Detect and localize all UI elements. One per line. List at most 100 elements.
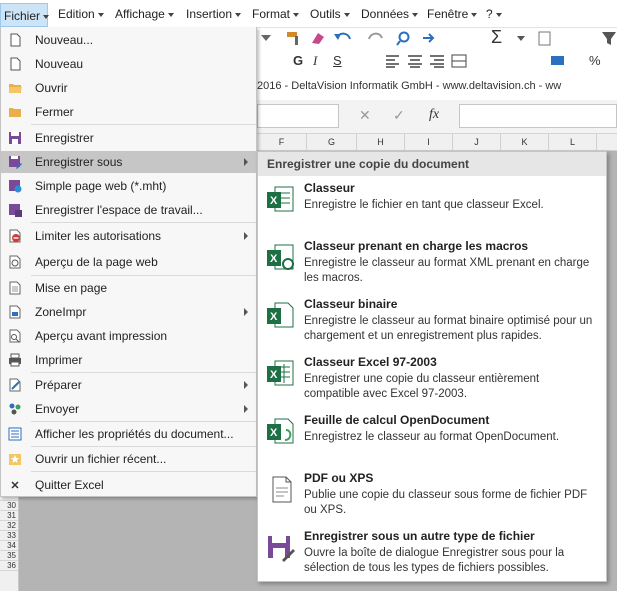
- bold-button[interactable]: G: [293, 52, 303, 70]
- page-setup-icon: [9, 281, 21, 295]
- format-painter-icon[interactable]: [285, 30, 303, 46]
- save-option-classeur[interactable]: X Classeur Enregistre le fichier en tant…: [258, 180, 606, 238]
- name-box[interactable]: [257, 104, 339, 128]
- menu-help[interactable]: ?: [486, 6, 502, 23]
- menu-divider: [31, 372, 256, 373]
- menu-fenetre[interactable]: Fenêtre: [427, 6, 478, 23]
- menu-item-preparer[interactable]: Préparer: [1, 374, 256, 396]
- menu-item-fichier-recent[interactable]: Ouvrir un fichier récent...: [1, 448, 256, 470]
- save-option-macros[interactable]: X Classeur prenant en charge les macros …: [258, 238, 606, 296]
- menu-item-enregistrer-sous[interactable]: Enregistrer sous: [1, 151, 256, 173]
- menu-item-apercu-impression[interactable]: Aperçu avant impression: [1, 325, 256, 347]
- menu-edition[interactable]: Edition: [58, 6, 104, 23]
- save-option-binaire[interactable]: X Classeur binaire Enregistre le classeu…: [258, 296, 606, 354]
- find-icon[interactable]: [395, 30, 417, 46]
- menu-item-fermer[interactable]: Fermer: [1, 101, 256, 123]
- align-center-icon[interactable]: [407, 54, 423, 68]
- menu-item-label: Quitter Excel: [35, 478, 104, 492]
- menu-item-ouvrir[interactable]: Ouvrir: [1, 77, 256, 99]
- filter-icon[interactable]: [601, 30, 617, 46]
- menu-outils[interactable]: Outils: [310, 6, 350, 23]
- dropdown-icon[interactable]: [259, 30, 273, 44]
- save-option-title: Classeur binaire: [304, 297, 398, 311]
- close-folder-icon: [9, 108, 21, 117]
- undo-icon[interactable]: [332, 30, 356, 46]
- menu-item-mise-en-page[interactable]: Mise en page: [1, 277, 256, 299]
- row-header[interactable]: 31: [0, 511, 18, 521]
- menu-item-label: Mise en page: [35, 281, 108, 295]
- menu-item-proprietes[interactable]: Afficher les propriétés du document...: [1, 423, 256, 445]
- menu-item-label: ZoneImpr: [35, 305, 87, 319]
- save-option-desc: Enregistre le classeur au format XML pre…: [304, 257, 590, 284]
- open-folder-icon: [9, 84, 22, 93]
- goto-icon[interactable]: [421, 30, 437, 46]
- row-header[interactable]: 34: [0, 541, 18, 551]
- menu-item-limiter-autorisations[interactable]: Limiter les autorisations: [1, 225, 256, 247]
- pdf-xps-icon: [272, 476, 292, 503]
- restrict-icon: [9, 229, 21, 243]
- confirm-icon[interactable]: ✓: [393, 107, 405, 124]
- row-header[interactable]: 35: [0, 551, 18, 561]
- menu-item-imprimer[interactable]: Imprimer: [1, 349, 256, 371]
- menu-affichage[interactable]: Affichage: [115, 6, 174, 23]
- underline-button[interactable]: S: [333, 52, 342, 70]
- cancel-icon[interactable]: ✕: [359, 107, 371, 124]
- italic-button[interactable]: I: [313, 52, 317, 70]
- menu-item-simple-page-web[interactable]: Simple page web (*.mht): [1, 175, 256, 197]
- submenu-arrow-icon: [244, 158, 248, 166]
- save-option-desc: Enregistrez le classeur au format OpenDo…: [304, 431, 560, 443]
- menu-insertion[interactable]: Insertion: [186, 6, 242, 23]
- clear-format-icon[interactable]: [309, 30, 327, 46]
- merge-icon[interactable]: [451, 54, 467, 68]
- menu-fichier[interactable]: Fichier: [0, 3, 50, 27]
- exit-x-icon: [11, 481, 19, 489]
- align-left-icon[interactable]: [385, 54, 401, 68]
- save-option-pdf-xps[interactable]: PDF ou XPS Publie une copie du classeur …: [258, 470, 606, 528]
- save-option-autre-type[interactable]: Enregistrer sous un autre type de fichie…: [258, 528, 606, 586]
- row-header[interactable]: 36: [0, 561, 18, 571]
- save-option-title: Feuille de calcul OpenDocument: [304, 413, 490, 427]
- menu-item-envoyer[interactable]: Envoyer: [1, 398, 256, 420]
- menu-item-quitter[interactable]: Quitter Excel: [1, 474, 256, 496]
- menu-divider: [31, 446, 256, 447]
- column-header[interactable]: K: [501, 134, 549, 151]
- menu-item-espace-travail[interactable]: Enregistrer l'espace de travail...: [1, 199, 256, 221]
- menu-outils-label: Outils: [310, 7, 341, 21]
- autosum-button[interactable]: Σ: [491, 28, 502, 46]
- formula-input[interactable]: [459, 104, 617, 128]
- save-option-excel-97-2003[interactable]: X Classeur Excel 97-2003 Enregistrer une…: [258, 354, 606, 412]
- menu-item-zoneimpr[interactable]: ZoneImpr: [1, 301, 256, 323]
- menu-item-label: Simple page web (*.mht): [35, 179, 167, 193]
- fx-icon[interactable]: fx: [429, 107, 439, 123]
- column-header[interactable]: G: [307, 134, 357, 151]
- send-icon: [9, 403, 21, 415]
- align-right-icon[interactable]: [429, 54, 445, 68]
- percent-button[interactable]: %: [589, 52, 601, 70]
- chevron-down-icon: [412, 12, 419, 17]
- menu-item-label: Préparer: [35, 378, 82, 392]
- chevron-down-icon[interactable]: [515, 32, 527, 44]
- column-header[interactable]: I: [405, 134, 453, 151]
- menu-item-nouveau[interactable]: Nouveau: [1, 53, 256, 75]
- svg-text:X: X: [270, 311, 278, 323]
- menu-donnees[interactable]: Données: [361, 6, 419, 23]
- save-option-desc: Enregistre le classeur au format binaire…: [304, 315, 593, 342]
- column-header[interactable]: F: [257, 134, 307, 151]
- excel-binary-icon: X: [267, 302, 294, 328]
- menu-item-enregistrer[interactable]: Enregistrer: [1, 127, 256, 149]
- menu-format[interactable]: Format: [252, 6, 300, 23]
- menu-item-nouveau-dialog[interactable]: Nouveau...: [1, 29, 256, 51]
- column-header[interactable]: L: [549, 134, 597, 151]
- save-option-opendocument[interactable]: X Feuille de calcul OpenDocument Enregis…: [258, 412, 606, 470]
- column-header[interactable]: H: [357, 134, 405, 151]
- menu-item-label: Nouveau: [35, 57, 84, 71]
- row-header[interactable]: 32: [0, 521, 18, 531]
- currency-format-icon[interactable]: [549, 54, 571, 68]
- row-header[interactable]: 30: [0, 501, 18, 511]
- column-header[interactable]: J: [453, 134, 501, 151]
- menu-item-apercu-web[interactable]: Aperçu de la page web: [1, 251, 256, 273]
- menu-item-label: Limiter les autorisations: [35, 229, 162, 243]
- paste-icon[interactable]: [537, 30, 553, 46]
- row-header[interactable]: 33: [0, 531, 18, 541]
- redo-icon[interactable]: [363, 30, 387, 46]
